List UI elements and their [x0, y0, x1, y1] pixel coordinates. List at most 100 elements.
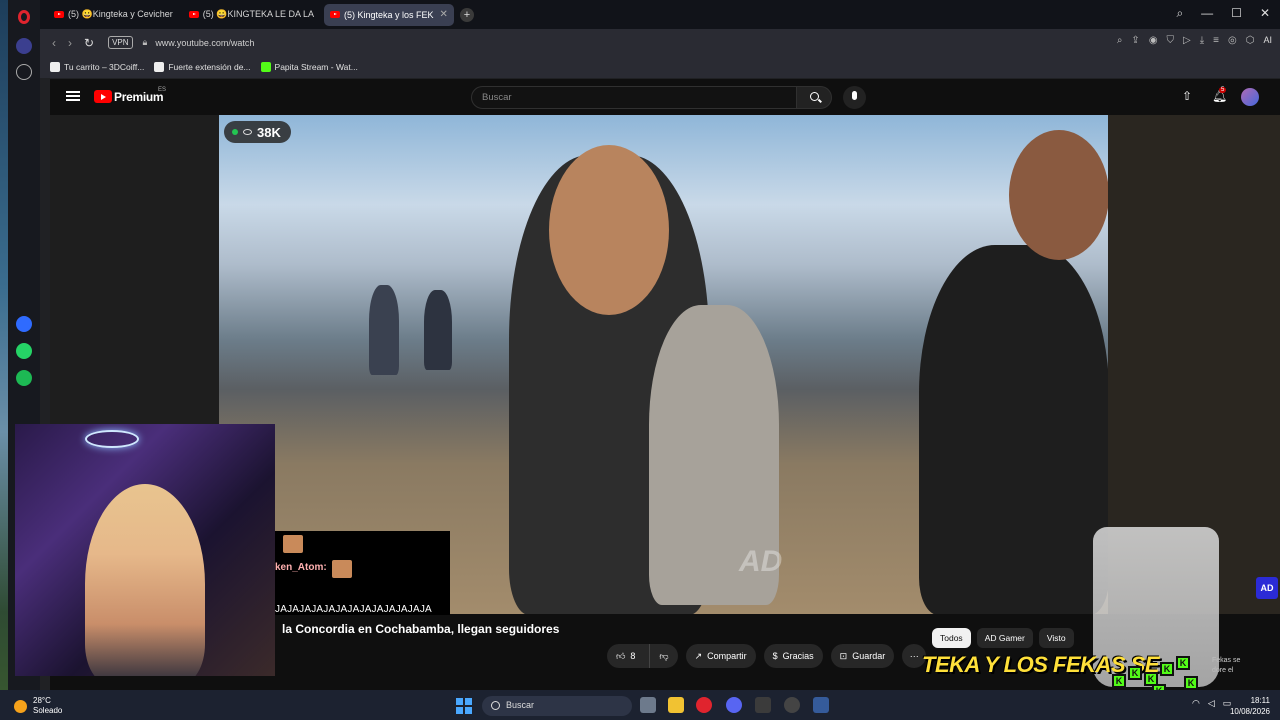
ai-button[interactable]: AI: [1263, 35, 1272, 46]
youtube-logo-icon[interactable]: [94, 90, 112, 103]
tab-2[interactable]: (5) 😀KINGTEKA LE DA LA: [183, 4, 320, 26]
chat-emote-icon: [332, 560, 352, 578]
whatsapp-icon[interactable]: [16, 343, 32, 359]
tab-3-active[interactable]: (5) Kingteka y los FEK ✕: [324, 3, 454, 26]
close-window-button[interactable]: ✕: [1260, 6, 1270, 21]
youtube-icon: [188, 11, 199, 18]
like-count: 8: [630, 651, 636, 661]
windows-start-icon[interactable]: [456, 698, 472, 714]
chip-watched[interactable]: Visto: [1038, 628, 1074, 648]
address-bar-icons: ⌕ ⇪ ◉ ⛉ ▷ ⤓ ≡ ◎ ⬡ AI: [1117, 35, 1272, 46]
live-dot-icon: [232, 129, 238, 135]
chat-username: ken_Atom:: [275, 562, 327, 573]
video-face: [549, 145, 669, 315]
channel-ad-badge[interactable]: AD: [1256, 577, 1278, 599]
bookmark-item[interactable]: Papita Stream - Wat...: [260, 62, 358, 72]
voice-search-icon[interactable]: [843, 86, 866, 109]
video-title: la Concordia en Cochabamba, llegan segui…: [282, 622, 560, 636]
volume-icon[interactable]: ◁: [1208, 698, 1215, 709]
maximize-button[interactable]: ☐: [1231, 6, 1242, 21]
youtube-premium-label[interactable]: Premium: [114, 90, 164, 104]
bookmark-favicon-icon: [50, 62, 60, 72]
url-field[interactable]: www.youtube.com/watch: [155, 38, 254, 48]
avatar[interactable]: [1241, 88, 1259, 106]
app-icon[interactable]: [755, 697, 771, 713]
bookmark-icon: ⊡: [839, 650, 848, 661]
system-tray: ◠ ◁ ▭: [1192, 698, 1231, 709]
bookmark-label: Papita Stream - Wat...: [274, 62, 358, 72]
hamburger-menu-icon[interactable]: [66, 91, 80, 101]
play-icon[interactable]: ▷: [1183, 35, 1191, 46]
tab-label: (5) 😀Kingteka y Cevicher: [68, 9, 173, 19]
messenger-icon[interactable]: [16, 316, 32, 332]
zoom-icon[interactable]: ⌕: [1117, 35, 1123, 46]
reload-icon[interactable]: ↻: [84, 36, 94, 50]
search-tabs-icon[interactable]: ⌕: [1176, 6, 1183, 21]
video-face: [1009, 130, 1108, 260]
region-code: ES: [158, 87, 167, 93]
close-tab-icon[interactable]: ✕: [440, 9, 448, 20]
video-person: [919, 245, 1108, 614]
back-icon[interactable]: ‹: [52, 36, 56, 50]
tab-1[interactable]: (5) 😀Kingteka y Cevicher: [48, 4, 179, 26]
neon-planet-sign: [85, 430, 139, 448]
extension-icon[interactable]: ⬡: [1246, 35, 1255, 46]
search-input[interactable]: Buscar: [471, 86, 797, 109]
clock-time: 18:11: [1250, 696, 1270, 705]
like-button[interactable]: 👍︎ 8: [607, 644, 644, 668]
app-icon[interactable]: [784, 697, 800, 713]
opera-taskbar-icon[interactable]: [696, 697, 712, 713]
lock-icon: 🔒︎: [142, 37, 148, 47]
home-icon[interactable]: [16, 38, 32, 54]
minimize-button[interactable]: —: [1201, 6, 1213, 21]
thumbs-down-icon: 👎︎: [659, 650, 669, 661]
task-view-icon[interactable]: [640, 697, 656, 713]
create-icon[interactable]: ⇧: [1182, 89, 1196, 103]
chip-ad-gamer[interactable]: AD Gamer: [976, 628, 1033, 648]
thanks-label: Gracias: [782, 651, 814, 661]
bookmark-item[interactable]: Fuerte extensión de...: [154, 62, 251, 72]
address-bar: ‹ › ↻ VPN 🔒︎ www.youtube.com/watch ⌕ ⇪ ◉…: [40, 29, 1280, 56]
bookmarks-bar: Tu carrito – 3DCoiff... Fuerte extensión…: [40, 56, 1280, 78]
thanks-button[interactable]: $ Gracias: [763, 644, 823, 668]
viewer-count: 38K: [257, 124, 281, 140]
youtube-icon: [54, 11, 64, 18]
star-icon[interactable]: [16, 64, 32, 80]
like-dislike-group: 👍︎ 8 👎︎: [607, 644, 678, 668]
share-arrow-icon: ↗: [694, 650, 703, 661]
sun-icon: [14, 699, 27, 713]
bookmark-label: Tu carrito – 3DCoiff...: [64, 62, 145, 72]
kick-favicon-icon: [260, 62, 271, 72]
file-explorer-icon[interactable]: [668, 697, 684, 713]
wifi-icon[interactable]: ◠: [1192, 698, 1200, 709]
settings-icon[interactable]: [813, 697, 829, 713]
forward-icon[interactable]: ›: [68, 36, 72, 50]
spotify-icon[interactable]: [16, 370, 32, 386]
opera-logo-icon[interactable]: [18, 10, 30, 24]
tab-label: (5) Kingteka y los FEK: [344, 9, 434, 20]
menu-icon[interactable]: ≡: [1213, 35, 1219, 46]
save-button[interactable]: ⊡ Guardar: [830, 644, 895, 668]
clock-date: 10/08/2026: [1229, 707, 1270, 716]
clock[interactable]: 18:11 10/08/2026: [1230, 695, 1270, 717]
chip-all[interactable]: Todos: [932, 628, 971, 648]
vpn-badge[interactable]: VPN: [108, 36, 133, 49]
dislike-button[interactable]: 👎︎: [649, 644, 677, 668]
profile-icon[interactable]: ◎: [1228, 35, 1237, 46]
taskbar-search[interactable]: Buscar: [482, 696, 632, 716]
save-label: Guardar: [852, 651, 886, 661]
camera-icon[interactable]: ◉: [1149, 35, 1158, 46]
discord-icon[interactable]: [726, 697, 742, 713]
download-icon[interactable]: ⤓: [1200, 35, 1204, 46]
video-person: [424, 290, 452, 370]
shield-icon[interactable]: ⛉: [1167, 35, 1175, 46]
share-icon[interactable]: ⇪: [1131, 35, 1139, 46]
weather-widget[interactable]: 28°C Soleado: [14, 696, 62, 716]
tab-label: (5) 😀KINGTEKA LE DA LA: [202, 9, 314, 19]
share-button[interactable]: ↗ Compartir: [685, 644, 756, 668]
new-tab-button[interactable]: +: [459, 7, 474, 22]
search-icon: [810, 92, 819, 101]
bookmark-label: Fuerte extensión de...: [168, 62, 251, 72]
search-button[interactable]: [796, 86, 832, 109]
bookmark-item[interactable]: Tu carrito – 3DCoiff...: [50, 62, 144, 72]
